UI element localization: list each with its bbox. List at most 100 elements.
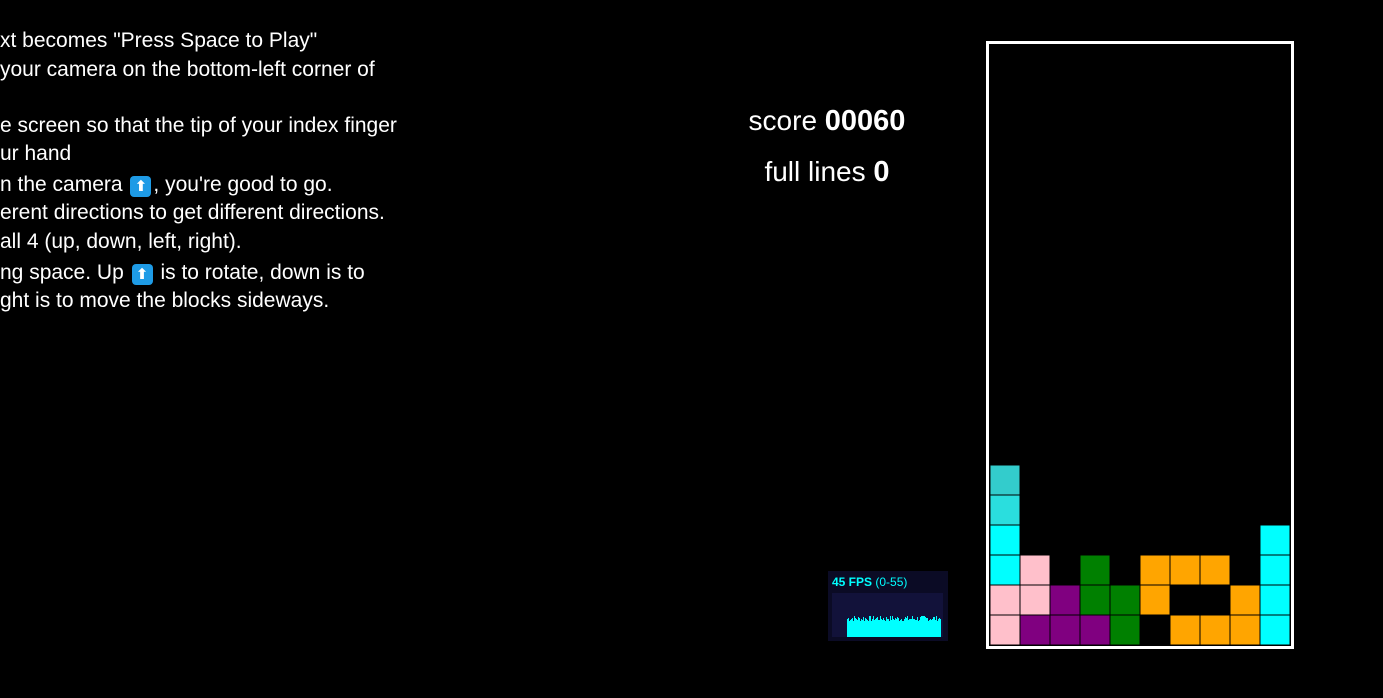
- fps-bar: [897, 617, 898, 637]
- fps-bar: [905, 617, 906, 637]
- fps-bar: [857, 620, 858, 637]
- fps-bar: [938, 619, 939, 637]
- tetris-block: [1109, 614, 1141, 646]
- tetris-block: [1079, 554, 1111, 586]
- instruction-text: is to rotate, down is to: [160, 261, 365, 284]
- fps-bar: [930, 619, 931, 637]
- tetris-block: [1019, 614, 1051, 646]
- fps-bar: [900, 620, 901, 637]
- tetris-block: [989, 584, 1021, 616]
- fps-bar: [870, 616, 871, 637]
- tetris-block: [989, 524, 1021, 556]
- fps-range: (0-55): [875, 575, 908, 589]
- fps-bar: [850, 620, 851, 637]
- full-lines-value: 0: [873, 156, 890, 188]
- fps-bar: [880, 616, 881, 637]
- fps-bar: [919, 620, 920, 637]
- fps-bar: [884, 620, 885, 637]
- tetris-block: [989, 554, 1021, 586]
- fps-bar: [935, 620, 936, 637]
- fps-bar: [939, 618, 940, 637]
- fps-bar: [885, 621, 886, 637]
- fps-bar: [915, 620, 916, 637]
- fps-bar: [860, 621, 861, 637]
- fps-bar: [866, 619, 867, 637]
- fps-bar: [879, 620, 880, 637]
- fps-bar: [854, 616, 855, 637]
- tetris-board: [986, 41, 1294, 649]
- instruction-line: ng space. Up ⬆ is to rotate, down is to: [0, 261, 365, 285]
- fps-bar: [910, 619, 911, 637]
- fps-bar: [875, 619, 876, 637]
- fps-bar: [877, 617, 878, 637]
- fps-bar: [927, 618, 928, 637]
- fps-bar: [882, 620, 883, 637]
- fps-bar: [890, 616, 891, 637]
- fps-bar: [893, 619, 894, 637]
- fps-bar: [863, 617, 864, 637]
- tetris-block: [1139, 584, 1171, 616]
- fps-bar: [872, 619, 873, 637]
- fps-bar: [853, 621, 854, 637]
- fps-bar: [855, 618, 856, 637]
- fps-bar: [871, 621, 872, 637]
- instruction-line: your camera on the bottom-left corner of: [0, 58, 375, 81]
- fps-bar: [908, 620, 909, 637]
- tetris-block: [989, 464, 1021, 496]
- instruction-text: n the camera: [0, 173, 123, 196]
- fps-bar: [876, 618, 877, 637]
- fps-bar: [868, 621, 869, 637]
- tetris-block: [1259, 554, 1291, 586]
- tetris-block: [1199, 614, 1231, 646]
- fps-bar: [889, 621, 890, 637]
- score-row: score 00060: [700, 105, 954, 137]
- fps-bar: [937, 621, 938, 637]
- instruction-line: erent directions to get different direct…: [0, 201, 385, 224]
- fps-bar: [887, 619, 888, 637]
- tetris-block: [989, 614, 1021, 646]
- fps-bar: [904, 619, 905, 637]
- fps-graph: [832, 593, 943, 637]
- fps-bar: [918, 621, 919, 637]
- fps-bar: [867, 620, 868, 637]
- fps-bar: [916, 620, 917, 637]
- tetris-block: [1079, 584, 1111, 616]
- score-value: 00060: [824, 105, 906, 137]
- fps-bar: [906, 618, 907, 637]
- fps-bar: [878, 620, 879, 637]
- fps-bar: [859, 618, 860, 637]
- fps-bar: [934, 617, 935, 637]
- fps-bar: [895, 618, 896, 637]
- tetris-block: [1169, 554, 1201, 586]
- fps-meter[interactable]: 45 FPS (0-55): [828, 571, 948, 641]
- fps-bar: [923, 616, 924, 637]
- tetris-block: [1139, 554, 1171, 586]
- fps-bar: [913, 619, 914, 637]
- fps-bar: [894, 620, 895, 637]
- fps-bar: [901, 619, 902, 637]
- instruction-line: all 4 (up, down, left, right).: [0, 230, 242, 253]
- tetris-block: [1169, 614, 1201, 646]
- fps-bar: [922, 616, 923, 637]
- fps-bar: [861, 619, 862, 637]
- tetris-block: [1019, 584, 1051, 616]
- instruction-line: e screen so that the tip of your index f…: [0, 114, 397, 137]
- tetris-block: [1079, 614, 1111, 646]
- fps-bar: [940, 619, 941, 637]
- instruction-text: ng space. Up: [0, 261, 124, 284]
- tetris-block: [989, 494, 1021, 526]
- fps-bar: [921, 616, 922, 637]
- fps-bar: [914, 619, 915, 637]
- instruction-line: xt becomes "Press Space to Play": [0, 29, 318, 52]
- tetris-block: [1229, 614, 1261, 646]
- fps-bar: [898, 618, 899, 637]
- fps-bar: [924, 616, 925, 637]
- fps-bar: [886, 617, 887, 637]
- tetris-block: [1049, 584, 1081, 616]
- fps-bar: [892, 616, 893, 637]
- fps-bar: [929, 620, 930, 637]
- fps-bar: [926, 618, 927, 637]
- fps-value: 45 FPS: [832, 575, 873, 589]
- tetris-block: [1019, 554, 1051, 586]
- fps-bar: [851, 619, 852, 637]
